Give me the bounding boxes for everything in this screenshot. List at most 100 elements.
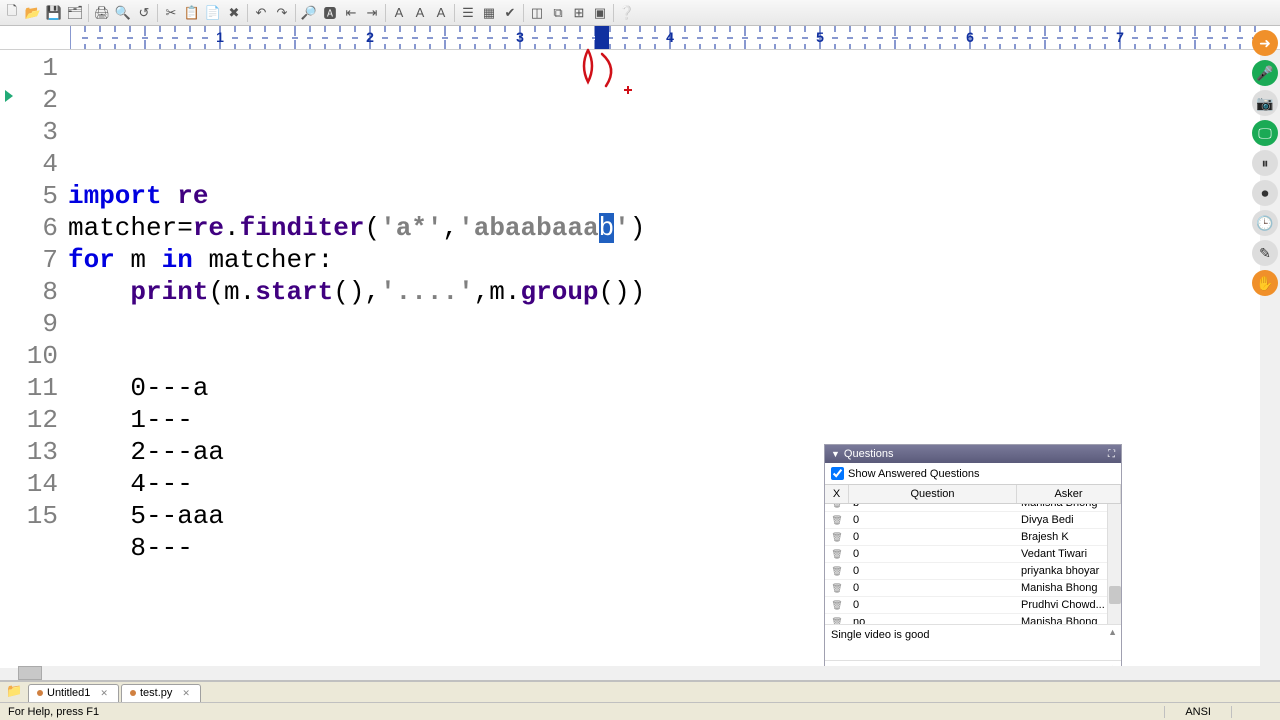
show-answered-checkbox[interactable] xyxy=(831,467,844,480)
editor-hscroll[interactable] xyxy=(18,666,1260,680)
question-row[interactable]: 🗑0priyanka bhoyar xyxy=(825,563,1121,580)
show-answered-row[interactable]: Show Answered Questions xyxy=(825,463,1121,484)
dock-mic-button[interactable]: 🎤 xyxy=(1252,60,1278,86)
del-button[interactable]: ✖ xyxy=(224,3,244,23)
questions-header-row: X Question Asker xyxy=(825,484,1121,504)
dock-clock-button[interactable]: 🕒 xyxy=(1252,210,1278,236)
question-row[interactable]: 🗑0Divya Bedi xyxy=(825,512,1121,529)
dock-rec-button[interactable]: ⏺ xyxy=(1252,180,1278,206)
question-text: 0 xyxy=(849,565,1017,577)
h2-button[interactable]: A xyxy=(410,3,430,23)
undo2-button[interactable]: ↺ xyxy=(134,3,154,23)
new-button[interactable]: 🗋 xyxy=(2,3,22,23)
win1-button[interactable]: ◫ xyxy=(527,3,547,23)
folder-icon[interactable]: 📁 xyxy=(6,683,22,699)
question-row[interactable]: 🗑0Brajesh K xyxy=(825,529,1121,546)
copy-button[interactable]: 📋 xyxy=(182,3,202,23)
file-tab[interactable]: Untitled1✕ xyxy=(28,684,119,702)
save-button[interactable]: 💾 xyxy=(44,3,64,23)
saveall-button[interactable]: 🗂 xyxy=(65,3,85,23)
question-text: 0 xyxy=(849,599,1017,611)
delete-icon[interactable]: 🗑 xyxy=(825,600,849,611)
line-number: 11 xyxy=(0,372,58,404)
redo-button[interactable]: ↷ xyxy=(272,3,292,23)
dock-hand-button[interactable]: ✋ xyxy=(1252,270,1278,296)
delete-icon[interactable]: 🗑 xyxy=(825,504,849,509)
question-row[interactable]: 🗑noManisha Bhong xyxy=(825,614,1121,624)
print-button[interactable]: 🖨 xyxy=(92,3,112,23)
svg-text:3: 3 xyxy=(516,29,524,45)
question-text: 0 xyxy=(849,548,1017,560)
delete-icon[interactable]: 🗑 xyxy=(825,566,849,577)
hscroll-thumb[interactable] xyxy=(18,666,42,680)
indent-r-button[interactable]: ⇥ xyxy=(362,3,382,23)
scrollbar-thumb[interactable] xyxy=(1109,586,1121,604)
close-icon[interactable]: ✕ xyxy=(100,688,108,699)
dock-screen-button[interactable]: 🖵 xyxy=(1252,120,1278,146)
questions-panel-titlebar[interactable]: ▼ Questions ⛶ xyxy=(825,445,1121,463)
column-ruler: 1234567 xyxy=(0,26,1280,50)
code-line[interactable]: 0---a xyxy=(68,372,1260,404)
code-line[interactable]: matcher=re.finditer('a*','abaabaaab') xyxy=(68,212,1260,244)
open-button[interactable]: 📂 xyxy=(23,3,43,23)
question-row[interactable]: 🗑0Prudhvi Chowd... xyxy=(825,597,1121,614)
find-button[interactable]: 🅰 xyxy=(320,3,340,23)
question-row[interactable]: 🗑0Vedant Tiwari xyxy=(825,546,1121,563)
asker-name: Manisha Bhong xyxy=(1017,616,1121,624)
asker-name: Divya Bedi xyxy=(1017,514,1121,526)
delete-icon[interactable]: 🗑 xyxy=(825,532,849,543)
line-number-gutter: 123456789101112131415 xyxy=(0,50,68,668)
delete-icon[interactable]: 🗑 xyxy=(825,617,849,625)
win4-button[interactable]: ▣ xyxy=(590,3,610,23)
paste-button[interactable]: 📄 xyxy=(203,3,223,23)
code-line[interactable] xyxy=(68,340,1260,372)
question-row[interactable]: 🗑0Manisha Bhong xyxy=(825,580,1121,597)
main-toolbar: 🗋📂💾🗂🖨🔍↺✂📋📄✖↶↷🔎🅰⇤⇥AAA☰▦✔◫⧉⊞▣❔ xyxy=(0,0,1280,26)
dock-pause-button[interactable]: ⏸ xyxy=(1252,150,1278,176)
questions-preview-text: Single video is good xyxy=(831,629,929,641)
zoomin-button[interactable]: 🔎 xyxy=(299,3,319,23)
delete-icon[interactable]: 🗑 xyxy=(825,515,849,526)
asker-name: priyanka bhoyar xyxy=(1017,565,1121,577)
cut-button[interactable]: ✂ xyxy=(161,3,181,23)
win3-button[interactable]: ⊞ xyxy=(569,3,589,23)
col-asker: Asker xyxy=(1017,485,1121,503)
show-answered-label: Show Answered Questions xyxy=(848,468,979,480)
check-button[interactable]: ✔ xyxy=(500,3,520,23)
questions-panel[interactable]: ▼ Questions ⛶ Show Answered Questions X … xyxy=(824,444,1122,689)
scroll-up-icon[interactable]: ▲ xyxy=(1108,627,1117,637)
indent-l-button[interactable]: ⇤ xyxy=(341,3,361,23)
help-button[interactable]: ❔ xyxy=(617,3,637,23)
status-encoding[interactable]: ANSI xyxy=(1164,706,1232,718)
h1-button[interactable]: A xyxy=(389,3,409,23)
dock-cam-button[interactable]: 📷 xyxy=(1252,90,1278,116)
question-row[interactable]: 🗑bManisha Bhong xyxy=(825,504,1121,512)
delete-icon[interactable]: 🗑 xyxy=(825,583,849,594)
code-line[interactable]: 1--- xyxy=(68,404,1260,436)
close-icon[interactable]: ✕ xyxy=(182,688,190,699)
code-line[interactable]: print(m.start(),'....',m.group()) xyxy=(68,276,1260,308)
col-question: Question xyxy=(849,485,1017,503)
questions-scrollbar[interactable] xyxy=(1107,504,1121,624)
win2-button[interactable]: ⧉ xyxy=(548,3,568,23)
status-bar: For Help, press F1 ANSI xyxy=(0,702,1280,720)
toggle2-button[interactable]: ▦ xyxy=(479,3,499,23)
breakpoint-marker[interactable] xyxy=(5,90,13,102)
code-line[interactable]: import re xyxy=(68,180,1260,212)
toggle1-button[interactable]: ☰ xyxy=(458,3,478,23)
dock-pen-button[interactable]: ✎ xyxy=(1252,240,1278,266)
code-line[interactable] xyxy=(68,308,1260,340)
preview-button[interactable]: 🔍 xyxy=(113,3,133,23)
code-line[interactable]: for m in matcher: xyxy=(68,244,1260,276)
collapse-icon[interactable]: ▼ xyxy=(831,449,840,459)
expand-icon[interactable]: ⛶ xyxy=(1108,449,1115,460)
line-number: 7 xyxy=(0,244,58,276)
h3-button[interactable]: A xyxy=(431,3,451,23)
svg-text:5: 5 xyxy=(816,29,824,45)
questions-list[interactable]: 🗑bManisha Bhong🗑0Divya Bedi🗑0Brajesh K🗑0… xyxy=(825,504,1121,624)
dock-back-button[interactable]: ➜ xyxy=(1252,30,1278,56)
delete-icon[interactable]: 🗑 xyxy=(825,549,849,560)
undo-button[interactable]: ↶ xyxy=(251,3,271,23)
file-tab[interactable]: test.py✕ xyxy=(121,684,201,702)
line-number: 12 xyxy=(0,404,58,436)
